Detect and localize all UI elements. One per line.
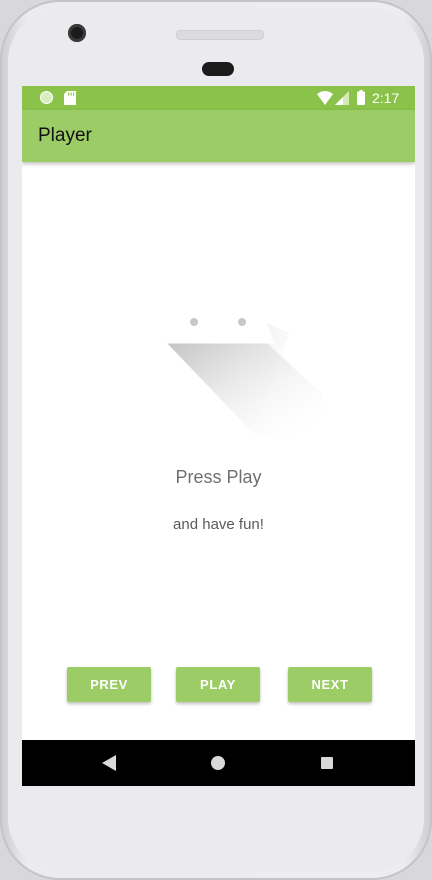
recents-icon[interactable] xyxy=(321,757,333,769)
proximity-sensor xyxy=(202,62,234,76)
cell-signal-icon xyxy=(335,91,349,105)
sd-card-icon xyxy=(64,91,76,105)
earpiece-speaker xyxy=(176,30,264,40)
subline: and have fun! xyxy=(173,516,264,533)
empty-state-media-icon xyxy=(166,317,322,434)
app-bar: Player xyxy=(22,110,415,162)
next-button[interactable]: NEXT xyxy=(288,667,372,702)
battery-icon xyxy=(357,90,365,105)
front-camera xyxy=(68,24,86,42)
home-icon[interactable] xyxy=(211,756,225,770)
prev-button[interactable]: PREV xyxy=(67,667,151,702)
play-button[interactable]: PLAY xyxy=(176,667,260,702)
device-frame: 2:17 Player Press Play and have fun! PRE… xyxy=(0,0,432,880)
status-time: 2:17 xyxy=(372,90,400,106)
app-title: Player xyxy=(38,125,92,146)
status-bar: 2:17 xyxy=(22,86,415,110)
screen: 2:17 Player Press Play and have fun! PRE… xyxy=(22,86,415,786)
navigation-bar xyxy=(22,740,415,786)
back-icon[interactable] xyxy=(102,755,116,771)
headline: Press Play xyxy=(175,467,262,487)
wifi-icon xyxy=(317,91,333,105)
notification-dot-icon xyxy=(40,91,53,104)
